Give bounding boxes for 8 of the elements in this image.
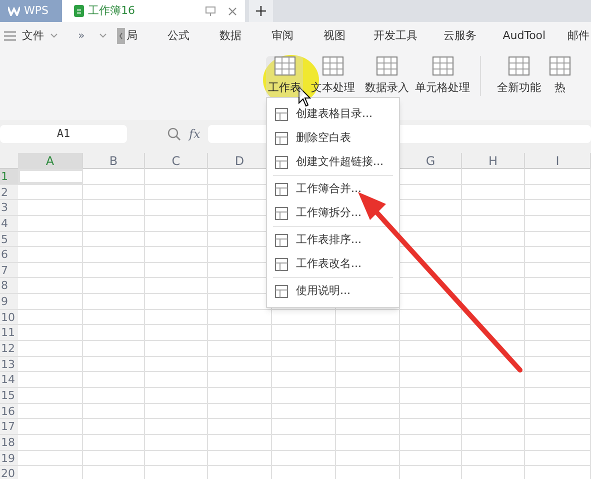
- ribbon-label: 数据录入: [365, 80, 409, 96]
- tab-title: 工作簿16: [88, 2, 136, 19]
- ribbon-label: 全新功能: [497, 80, 541, 96]
- ribbon-label: 热: [554, 80, 566, 96]
- ribbon-label: 单元格处理: [415, 80, 470, 96]
- cell-reference: A1: [56, 126, 70, 142]
- app-name: WPS: [24, 2, 48, 19]
- ribbon-label: 工作表: [268, 80, 301, 96]
